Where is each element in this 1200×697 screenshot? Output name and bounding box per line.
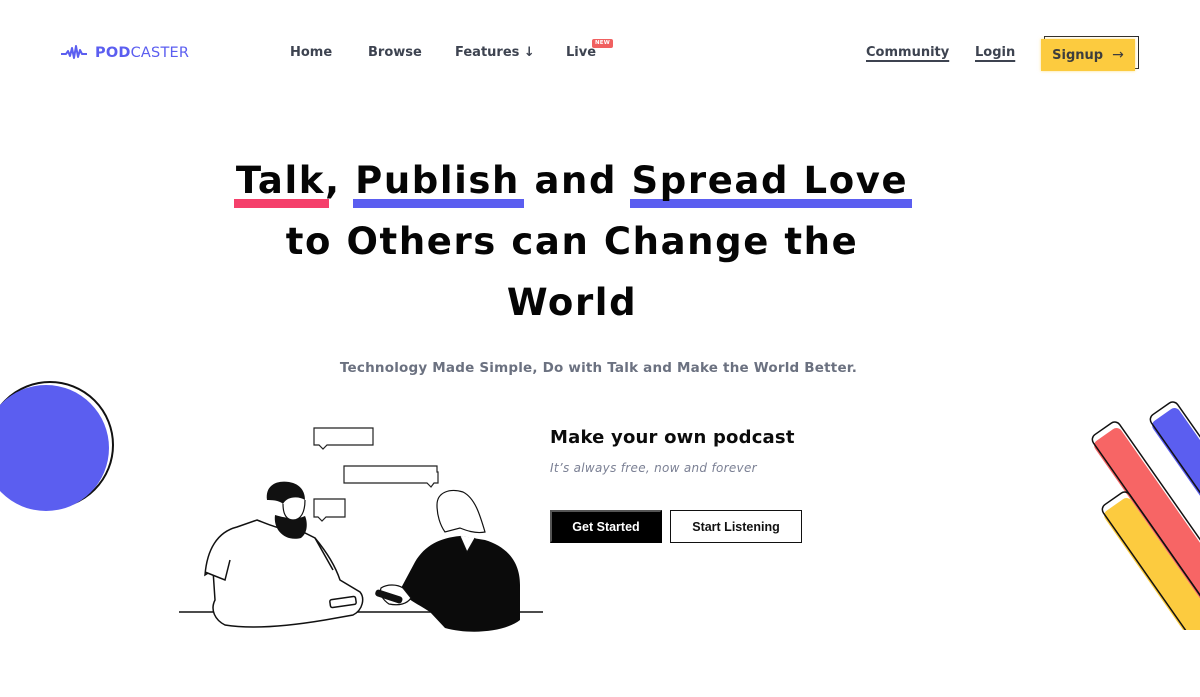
new-badge: NEW <box>592 39 614 48</box>
hero-headline: Talk, Publish and Spread Love to Others … <box>0 150 1144 333</box>
brand-name: PODCASTER <box>95 45 190 61</box>
get-started-button[interactable]: Get Started <box>550 510 662 543</box>
headline-line3: World <box>506 281 638 324</box>
highlight-spread-love: Spread Love <box>629 150 912 211</box>
highlight-publish: Publish <box>353 150 524 211</box>
nav-login[interactable]: Login <box>975 45 1015 61</box>
nav-home[interactable]: Home <box>290 45 332 61</box>
cta-title: Make your own podcast <box>550 427 795 448</box>
signup-button[interactable]: Signup → <box>1041 39 1135 71</box>
nav-community[interactable]: Community <box>866 45 949 61</box>
woman-hair <box>436 489 486 534</box>
man-figure <box>204 519 364 628</box>
signup-label: Signup <box>1052 47 1104 63</box>
soundwave-icon <box>61 45 87 59</box>
hero-subtitle: Technology Made Simple, Do with Talk and… <box>339 360 858 376</box>
brand-logo[interactable]: PODCASTER <box>61 44 189 62</box>
signup-button-wrapper: Signup → <box>1041 36 1139 71</box>
speech-bubble-icon <box>313 427 439 522</box>
headline-line2: to Others can Change the <box>285 220 859 263</box>
decorative-circle <box>0 381 114 511</box>
cta-subtitle: It’s always free, now and forever <box>550 461 757 475</box>
arrow-right-icon: → <box>1112 47 1124 63</box>
nav-features-dropdown[interactable]: Features ↓ <box>455 45 535 61</box>
headline-and: and <box>519 159 632 202</box>
headline-comma: , <box>324 159 356 202</box>
podcast-conversation-illustration <box>179 427 543 632</box>
nav-browse[interactable]: Browse <box>368 45 422 61</box>
start-listening-button[interactable]: Start Listening <box>670 510 802 543</box>
decorative-bars <box>1091 401 1200 630</box>
man-hair <box>266 481 305 504</box>
top-navigation: PODCASTER Home Browse Features ↓ Live NE… <box>0 0 1200 106</box>
nav-live[interactable]: Live <box>566 45 596 61</box>
highlight-talk: Talk <box>233 150 330 211</box>
woman-body <box>400 536 520 632</box>
